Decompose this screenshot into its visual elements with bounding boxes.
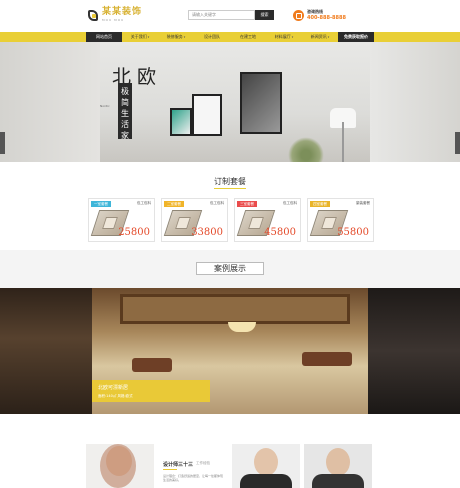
case-caption-sub: 面积:140㎡ 风格:欧式 (98, 394, 133, 398)
case-image-left[interactable] (0, 288, 92, 414)
top-bar: 某某装饰 MOU MOU 请输入关键字 搜索 咨询热线 400-888-8888 (0, 0, 460, 32)
package-card[interactable]: 二室套餐 包工包料 33800 (161, 198, 228, 242)
nav-item-label: 装修服务 (166, 34, 183, 39)
designer-title: 工作经验 (196, 461, 210, 465)
designer-face (326, 448, 350, 476)
phone-icon (293, 9, 304, 21)
nav-item-sites[interactable]: 在建工地 (230, 32, 266, 42)
banner-prev-arrow[interactable] (0, 132, 5, 154)
packages-list: 一室套餐 包工包料 25800 二室套餐 包工包料 33800 三室套餐 包工包… (88, 198, 374, 242)
case-image-right[interactable] (368, 288, 460, 414)
cases-title: 案例展示 (196, 262, 264, 275)
hotline: 咨询热线 400-888-8888 (293, 9, 346, 21)
chevron-down-icon: ▾ (146, 35, 150, 39)
package-tag: 三室套餐 (237, 201, 257, 207)
nav-item-team[interactable]: 设计团队 (194, 32, 230, 42)
designer-underline (163, 469, 177, 470)
wall-frame-text (192, 94, 222, 136)
banner-wall-right (370, 42, 460, 162)
designer-photo[interactable] (86, 444, 154, 488)
nav-item-label: 材料展厅 (274, 34, 291, 39)
banner-vertical-title: 极简生活家 (118, 83, 132, 140)
chevron-down-icon: ▾ (326, 35, 330, 39)
designer-description: 设计理念：打造舒适的居室，让每一处都体现生活的美好。 (163, 474, 224, 482)
ceiling-detail (120, 294, 350, 324)
packages-title: 订制套餐 (214, 177, 246, 186)
package-price: 33800 (191, 227, 223, 238)
designer-photo[interactable] (304, 444, 372, 488)
packages-title-underline (214, 188, 246, 189)
banner-next-arrow[interactable] (455, 132, 460, 154)
sofa (302, 352, 352, 366)
nav-item-materials[interactable]: 材料展厅 ▾ (266, 32, 302, 42)
case-caption-title: 北欧可漂新居 (98, 385, 129, 391)
package-label: 包工包料 (210, 201, 224, 205)
package-label: 包工包料 (283, 201, 297, 205)
free-quote-button[interactable]: 免费获取报价 (338, 32, 374, 42)
case-caption[interactable]: 北欧可漂新居 面积:140㎡ 风格:欧式 (92, 380, 210, 402)
package-tag: 一室套餐 (91, 201, 111, 207)
package-price: 25800 (118, 227, 150, 238)
nav-item-about[interactable]: 关于我们 ▾ (122, 32, 158, 42)
case-gallery (0, 288, 460, 414)
package-label: 包工包料 (137, 201, 151, 205)
banner-subtitle: Nordic (100, 104, 110, 108)
package-price: 45800 (264, 227, 296, 238)
nav-item-home[interactable]: 网站首页 (86, 32, 122, 42)
logo-text: 某某装饰 (102, 7, 143, 17)
package-price: 55800 (337, 227, 369, 238)
package-card[interactable]: 四室套餐 豪装套餐 55800 (307, 198, 374, 242)
package-label: 豪装套餐 (356, 201, 370, 205)
designer-face (254, 448, 278, 476)
package-tag: 四室套餐 (310, 201, 330, 207)
hotline-number: 400-888-8888 (307, 15, 346, 21)
logo-subtext: MOU MOU (102, 18, 125, 22)
designer-hair (100, 444, 136, 488)
search-input[interactable]: 请输入关键字 (188, 10, 255, 20)
package-card[interactable]: 一室套餐 包工包料 25800 (88, 198, 155, 242)
main-nav: 网站首页 关于我们 ▾ 装修服务 ▾ 设计团队 在建工地 材料展厅 ▾ 新闻资讯… (0, 32, 460, 42)
designer-section (0, 414, 460, 488)
nav-item-news[interactable]: 新闻资讯 ▾ (302, 32, 338, 42)
plant-decor (288, 137, 324, 162)
designer-suit (240, 474, 292, 488)
designer-photo[interactable] (232, 444, 300, 488)
nav-item-label: 关于我们 (130, 34, 147, 39)
chevron-down-icon: ▾ (290, 35, 294, 39)
designer-suit (312, 474, 364, 488)
package-tag: 二室套餐 (164, 201, 184, 207)
chandelier (228, 322, 256, 332)
lamp-pole (342, 122, 344, 162)
search-bar: 请输入关键字 搜索 (188, 10, 274, 20)
nav-item-services[interactable]: 装修服务 ▾ (158, 32, 194, 42)
wall-frame-green (170, 108, 192, 136)
logo-mark-icon (88, 9, 98, 21)
banner-wall-left (0, 42, 100, 162)
chevron-down-icon: ▾ (182, 35, 186, 39)
sofa (132, 358, 172, 372)
nav-item-label: 新闻资讯 (310, 34, 327, 39)
search-button[interactable]: 搜索 (255, 10, 274, 20)
package-card[interactable]: 三室套餐 包工包料 45800 (234, 198, 301, 242)
designer-name: 设计师三十三 (163, 462, 194, 468)
hero-banner: 北欧 Nordic 极简生活家 (0, 42, 460, 162)
logo[interactable]: 某某装饰 MOU MOU (88, 8, 142, 22)
wall-frame-photo (240, 72, 282, 134)
